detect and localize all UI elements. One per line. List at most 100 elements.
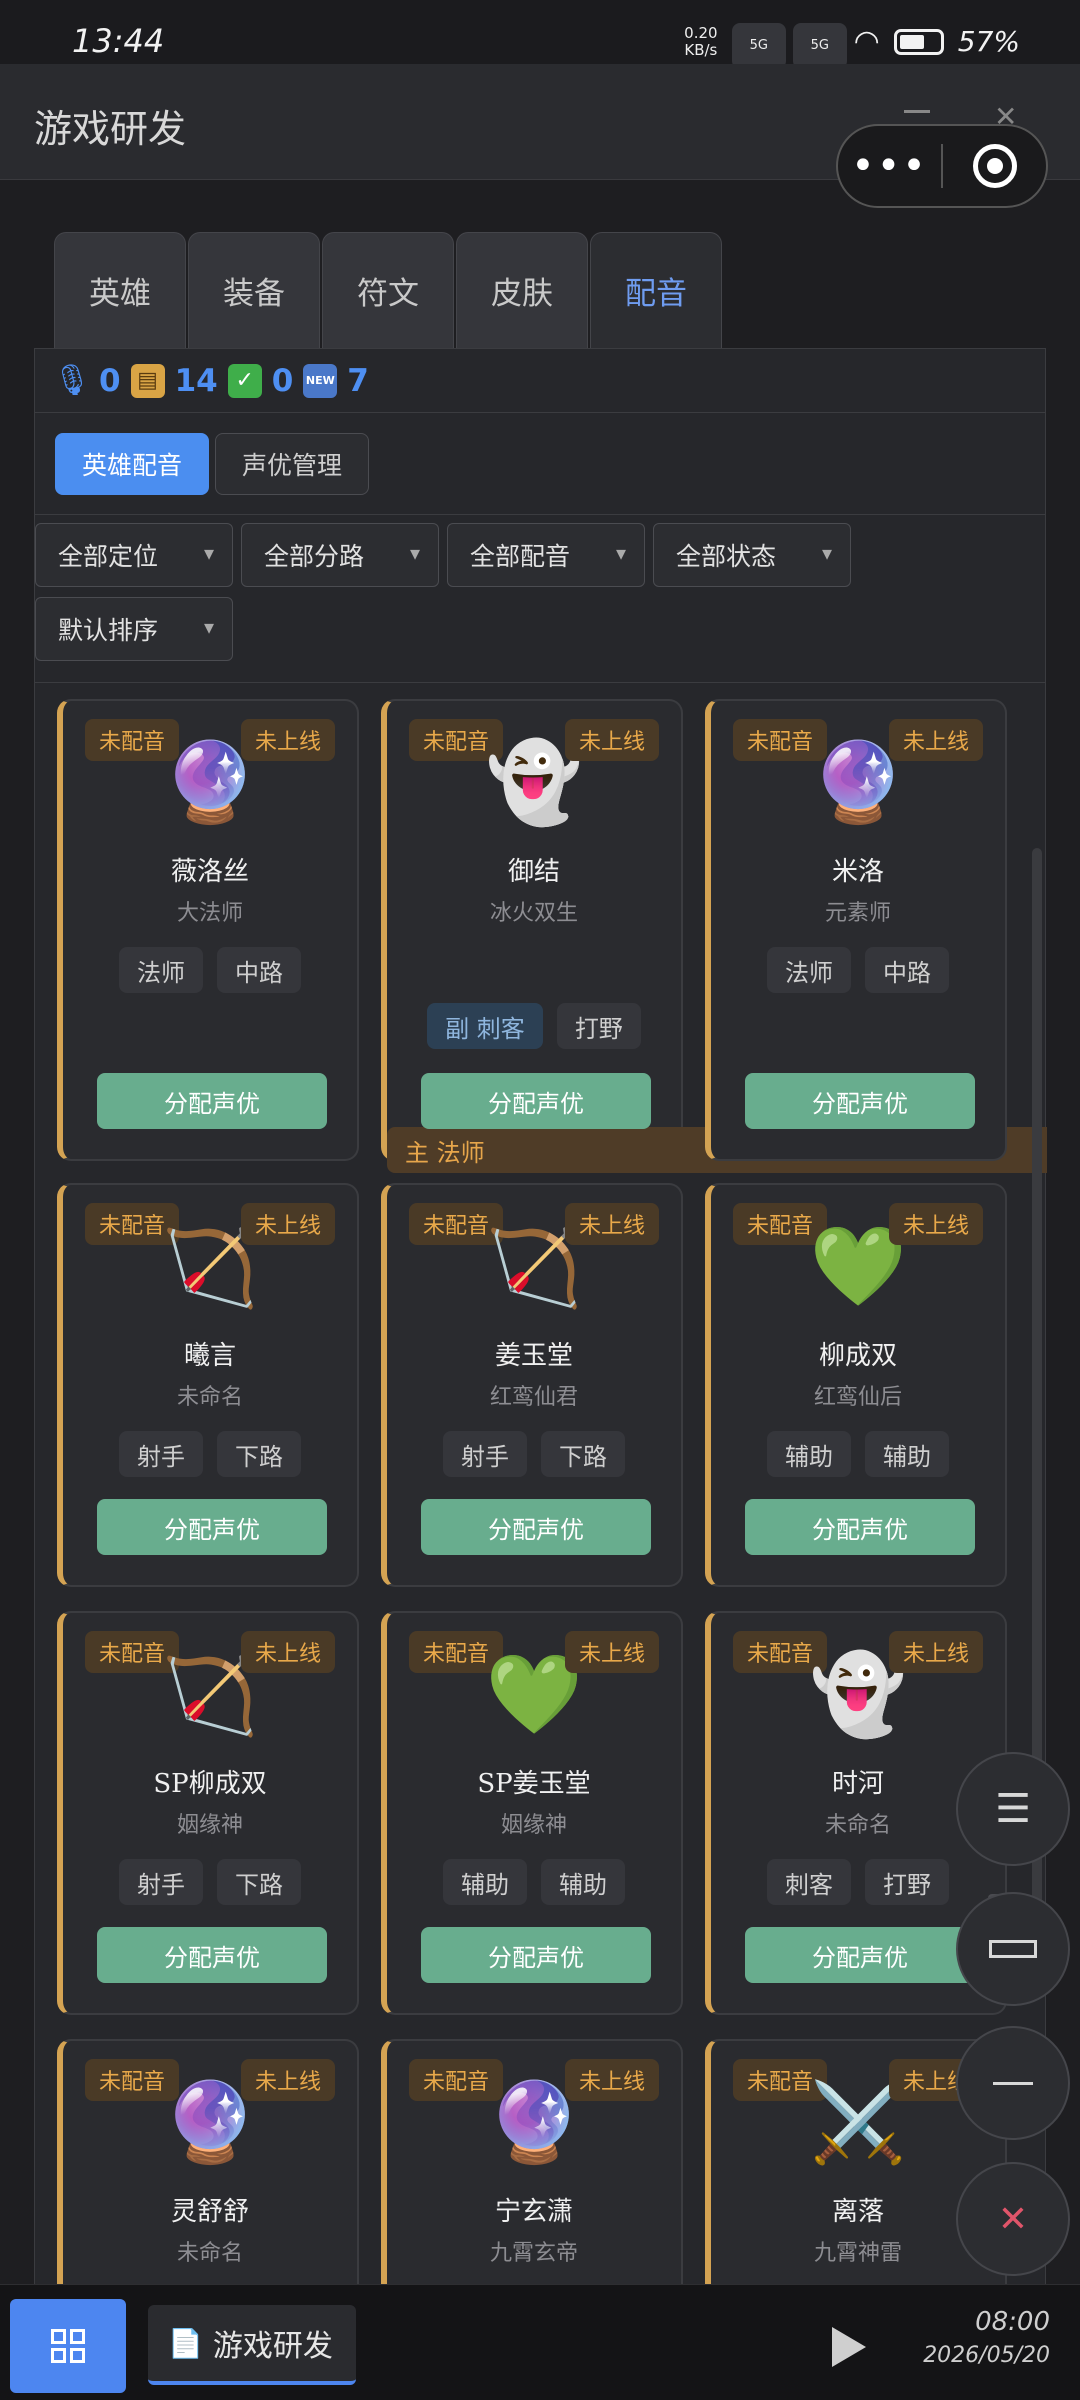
voice-filter-select[interactable]: 全部配音 [447,523,645,587]
close-button[interactable]: ✕ [956,2162,1070,2276]
assign-voice-actor-button[interactable]: 分配声优 [745,1927,975,1983]
hero-card[interactable]: 未配音🔮未上线灵舒舒未命名分配声优 [57,2039,359,2309]
taskbar-item-label: 游戏研发 [212,2329,333,2364]
hero-title: 姻缘神 [500,1813,567,1838]
assign-voice-actor-button[interactable]: 分配声优 [421,1927,651,1983]
hero-name: SP柳成双 [153,1769,267,1799]
hero-card[interactable]: 未配音 🏹 未上线 SP柳成双 姻缘神 射手 下路 分配声优 [57,1611,359,2015]
hero-name: 薇洛丝 [170,857,249,887]
hero-card[interactable]: 未配音 💚 未上线 SP姜玉堂 姻缘神 辅助 辅助 分配声优 [381,1611,683,2015]
release-status-badge: 未上线 [888,1631,983,1673]
menu-button[interactable]: ☰ [956,1752,1070,1866]
role-tag: 法师 [119,947,203,993]
hero-card[interactable]: 未配音 🏹 未上线 曦言 未命名 射手 下路 分配声优 [57,1183,359,1587]
role-filter-select[interactable]: 全部定位 [35,523,233,587]
assign-voice-actor-button[interactable]: 分配声优 [421,1499,651,1555]
hero-title: 九霄玄帝 [489,2241,578,2266]
role-tag: 射手 [119,1859,203,1905]
release-status-badge: 未上线 [564,719,659,761]
role-tag: 辅助 [443,1859,527,1905]
battery-percent: 57% [957,25,1020,58]
hero-title: 冰火双生 [489,901,578,926]
voice-panel: 🎙 0 ▤ 14 ✓ 0 NEW 7 英雄配音 声优管理 全部定位 全部分路 全… [34,348,1047,2309]
tab-4[interactable]: 配音 [590,232,722,348]
release-status-badge: 未上线 [240,1203,335,1245]
role-tag: 刺客 [767,1859,851,1905]
stats-row: 🎙 0 ▤ 14 ✓ 0 NEW 7 [35,349,1045,413]
role-tag: 下路 [217,1431,301,1477]
hero-card[interactable]: 未配音 💚 未上线 柳成双 红鸾仙后 辅助 辅助 分配声优 [705,1183,1007,1587]
hero-name: 宁玄潇 [494,2197,573,2227]
app-launcher-button[interactable] [10,2299,126,2393]
tag-row: 射手 下路 [63,1859,357,1905]
document-icon: 📄 [168,2326,203,2360]
exit-button[interactable] [943,144,1046,188]
minimize-icon[interactable] [904,110,930,113]
play-icon[interactable] [832,2327,866,2367]
hero-card[interactable]: 未配音 👻 未上线 御结 冰火双生主 法师副 刺客 打野 分配声优 [381,699,1047,1173]
hero-card[interactable]: 未配音🔮未上线宁玄潇九霄玄帝分配声优 [381,2039,683,2309]
hero-name: 曦言 [183,1341,236,1371]
release-status-badge: 未上线 [240,2059,335,2101]
taskbar: 📄 游戏研发 08:00 2026/05/20 [0,2284,1080,2400]
subtab-hero-voice[interactable]: 英雄配音 [55,432,210,495]
status-time: 13:44 [72,22,165,60]
tab-1[interactable]: 装备 [188,232,320,348]
assign-voice-actor-button[interactable]: 分配声优 [97,1499,327,1555]
hero-card[interactable]: 未配音 🔮 未上线 米洛 元素师 法师 中路 分配声优 [705,699,1007,1161]
release-status-badge: 未上线 [888,1203,983,1245]
release-status-badge: 未上线 [240,1631,335,1673]
tag-row: 刺客 打野 [711,1859,1005,1905]
clipboard-icon: ▤ [130,363,165,398]
assign-voice-actor-button[interactable]: 分配声优 [421,1073,651,1129]
hero-title: 元素师 [824,901,891,926]
status-filter-select[interactable]: 全部状态 [653,523,851,587]
release-status-badge: 未上线 [564,1203,659,1245]
tab-2[interactable]: 符文 [322,232,454,348]
more-button[interactable]: ••• [838,143,941,189]
tag-row: 射手 下路 [387,1431,681,1477]
assign-voice-actor-button[interactable]: 分配声优 [97,1073,327,1129]
mini-program-capsule: ••• [836,124,1048,208]
sort-select[interactable]: 默认排序 [35,597,233,661]
main-content: 英雄 装备 符文 皮肤 配音 🎙 0 ▤ 14 ✓ 0 NEW 7 英雄配音 声优管理 … [0,180,1080,2309]
hero-title: 红鸾仙后 [813,1385,902,1410]
status-bar: 13:44 0.20 KB/s 5G 5G ◠ 57% [0,0,1080,69]
assign-voice-actor-button[interactable]: 分配声优 [745,1073,975,1129]
role-tag: 辅助 [767,1431,851,1477]
release-status-badge: 未上线 [240,719,335,761]
role-tag: 打野 [865,1859,949,1905]
role-tag: 下路 [541,1431,625,1477]
signal-icon: 5G [792,22,847,69]
new-count: 7 [347,362,369,399]
maximize-icon [989,1940,1037,1958]
sub-tabs: 英雄配音 声优管理 [35,413,1045,515]
role-tag: 打野 [556,1003,641,1049]
role-tag: 中路 [217,947,301,993]
role-tag: 射手 [119,1431,203,1477]
tag-row: 法师 中路 [711,947,1005,993]
hero-name: 姜玉堂 [494,1341,573,1371]
role-tag: 法师 [767,947,851,993]
subtab-voice-actor[interactable]: 声优管理 [215,432,370,495]
role-tag: 下路 [217,1859,301,1905]
lane-filter-select[interactable]: 全部分路 [241,523,439,587]
signal-icon: 5G [731,22,786,69]
hero-title: 未命名 [176,2241,243,2266]
clipboard-count: 14 [174,362,218,399]
hero-name: SP姜玉堂 [477,1769,591,1799]
vice-role-tag: 副 刺客 [427,1003,543,1049]
tab-0[interactable]: 英雄 [54,232,186,348]
maximize-button[interactable] [956,1892,1070,2006]
minimize-button[interactable] [956,2026,1070,2140]
taskbar-item-game-dev[interactable]: 📄 游戏研发 [148,2305,356,2385]
assign-voice-actor-button[interactable]: 分配声优 [97,1927,327,1983]
net-speed: 0.20 KB/s [684,23,718,59]
tab-3[interactable]: 皮肤 [456,232,588,348]
target-icon [972,144,1017,188]
hero-card[interactable]: 未配音 🔮 未上线 薇洛丝 大法师 法师 中路 分配声优 [57,699,359,1161]
hero-card[interactable]: 未配音 🏹 未上线 姜玉堂 红鸾仙君 射手 下路 分配声优 [381,1183,683,1587]
release-status-badge: 未上线 [888,719,983,761]
assign-voice-actor-button[interactable]: 分配声优 [745,1499,975,1555]
tag-row: 辅助 辅助 [711,1431,1005,1477]
